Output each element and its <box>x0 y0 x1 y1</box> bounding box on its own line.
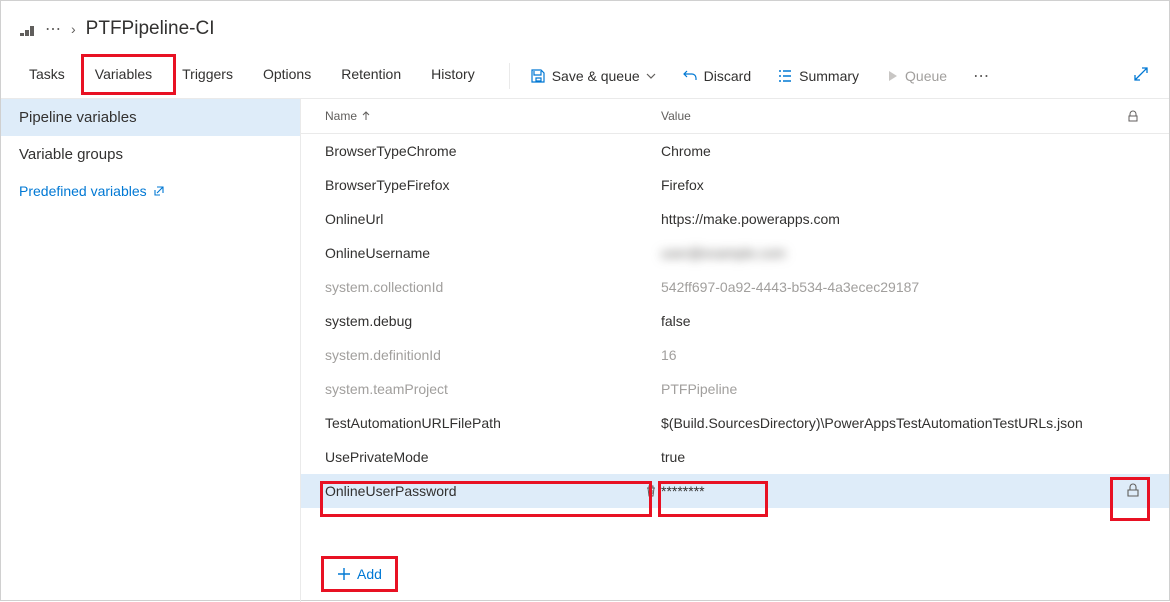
table-row[interactable]: OnlineUserPassword ******** <box>301 474 1169 508</box>
var-value: 542ff697-0a92-4443-b534-4a3ecec29187 <box>661 279 919 295</box>
table-row: system.collectionId 542ff697-0a92-4443-b… <box>301 270 1169 304</box>
sidebar-item-variable-groups[interactable]: Variable groups <box>1 136 300 173</box>
predefined-label: Predefined variables <box>19 183 147 199</box>
toolbar: Tasks Variables Triggers Options Retenti… <box>1 53 1169 99</box>
add-variable-button[interactable]: Add <box>325 560 394 588</box>
var-value[interactable]: https://make.powerapps.com <box>661 211 840 227</box>
summary-button[interactable]: Summary <box>771 64 865 88</box>
tab-triggers[interactable]: Triggers <box>172 58 243 94</box>
var-value[interactable]: user@example.com <box>661 245 786 261</box>
tab-retention[interactable]: Retention <box>331 58 411 94</box>
table-row: system.teamProject PTFPipeline <box>301 372 1169 406</box>
var-name[interactable]: OnlineUserPassword <box>325 483 641 499</box>
var-value[interactable]: false <box>661 313 691 329</box>
var-value[interactable]: Firefox <box>661 177 704 193</box>
sort-asc-icon <box>361 111 371 121</box>
content: Pipeline variables Variable groups Prede… <box>1 99 1169 602</box>
discard-button[interactable]: Discard <box>676 64 757 88</box>
chevron-down-icon <box>646 71 656 81</box>
undo-icon <box>682 68 698 84</box>
table-row[interactable]: TestAutomationURLFilePath $(Build.Source… <box>301 406 1169 440</box>
column-header-name[interactable]: Name <box>325 109 661 123</box>
column-header-lock <box>1121 110 1145 122</box>
play-icon <box>885 69 899 83</box>
table-row[interactable]: UsePrivateMode true <box>301 440 1169 474</box>
lock-icon <box>1126 483 1140 497</box>
breadcrumb-ellipsis[interactable]: ⋯ <box>45 19 61 39</box>
table-row: system.definitionId 16 <box>301 338 1169 372</box>
grid-header: Name Value <box>301 99 1169 134</box>
expand-icon <box>1133 66 1149 82</box>
lock-button[interactable] <box>1126 483 1140 500</box>
var-name[interactable]: system.debug <box>325 313 661 329</box>
var-name[interactable]: BrowserTypeFirefox <box>325 177 661 193</box>
separator <box>509 63 510 89</box>
trash-icon <box>644 484 658 498</box>
table-row[interactable]: BrowserTypeFirefox Firefox <box>301 168 1169 202</box>
discard-label: Discard <box>704 68 751 84</box>
grid-body: BrowserTypeChrome Chrome BrowserTypeFire… <box>301 134 1169 546</box>
column-header-value[interactable]: Value <box>661 109 1121 123</box>
delete-row-button[interactable] <box>641 484 661 498</box>
var-name[interactable]: TestAutomationURLFilePath <box>325 415 661 431</box>
var-value[interactable]: true <box>661 449 685 465</box>
breadcrumb-separator: › <box>71 21 76 37</box>
tab-variables[interactable]: Variables <box>85 58 162 94</box>
var-name[interactable]: BrowserTypeChrome <box>325 143 661 159</box>
page-title: PTFPipeline-CI <box>86 18 215 40</box>
var-name: system.teamProject <box>325 381 661 397</box>
var-name[interactable]: OnlineUsername <box>325 245 661 261</box>
save-label: Save & queue <box>552 68 640 84</box>
list-icon <box>777 68 793 84</box>
lock-icon <box>1127 110 1139 122</box>
table-row[interactable]: OnlineUrl https://make.powerapps.com <box>301 202 1169 236</box>
ellipsis-icon: ⋯ <box>973 66 989 86</box>
table-row[interactable]: OnlineUsername user@example.com <box>301 236 1169 270</box>
var-value[interactable]: Chrome <box>661 143 711 159</box>
grid-footer: Add <box>301 546 1169 602</box>
sidebar: Pipeline variables Variable groups Prede… <box>1 99 301 602</box>
pipeline-icon <box>19 21 35 37</box>
var-name: system.definitionId <box>325 347 661 363</box>
queue-button: Queue <box>879 64 953 88</box>
external-link-icon <box>153 185 165 197</box>
var-value: PTFPipeline <box>661 381 737 397</box>
var-name[interactable]: UsePrivateMode <box>325 449 661 465</box>
var-name[interactable]: OnlineUrl <box>325 211 661 227</box>
var-value[interactable]: ******** <box>661 483 705 499</box>
save-and-queue-button[interactable]: Save & queue <box>524 64 662 88</box>
plus-icon <box>337 567 351 581</box>
sidebar-predefined-link[interactable]: Predefined variables <box>1 173 300 209</box>
tab-tasks[interactable]: Tasks <box>19 58 75 94</box>
main: Name Value BrowserTypeChrome Chrome Brow… <box>301 99 1169 602</box>
save-icon <box>530 68 546 84</box>
tab-options[interactable]: Options <box>253 58 321 94</box>
more-actions-button[interactable]: ⋯ <box>967 62 995 90</box>
queue-label: Queue <box>905 68 947 84</box>
var-value[interactable]: $(Build.SourcesDirectory)\PowerAppsTestA… <box>661 415 1083 431</box>
breadcrumb: ⋯ › PTFPipeline-CI <box>1 1 1169 53</box>
fullscreen-button[interactable] <box>1131 64 1151 87</box>
table-row[interactable]: BrowserTypeChrome Chrome <box>301 134 1169 168</box>
sidebar-item-pipeline-variables[interactable]: Pipeline variables <box>1 99 300 136</box>
summary-label: Summary <box>799 68 859 84</box>
add-label: Add <box>357 566 382 582</box>
var-value: 16 <box>661 347 677 363</box>
tab-history[interactable]: History <box>421 58 485 94</box>
var-name: system.collectionId <box>325 279 661 295</box>
table-row[interactable]: system.debug false <box>301 304 1169 338</box>
